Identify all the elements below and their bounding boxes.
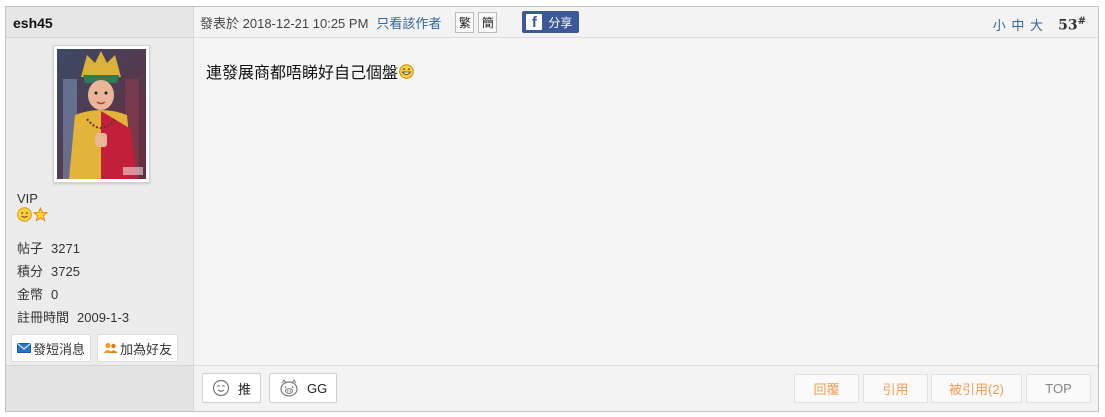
stat-label: 積分	[17, 264, 44, 279]
only-author-link[interactable]: 只看該作者	[376, 13, 441, 32]
floor-value: 53	[1058, 17, 1078, 34]
author-username[interactable]: esh45	[6, 7, 193, 38]
post-info-bar: 發表於 2018-12-21 10:25 PM 只看該作者 繁 簡 f 分享 小…	[194, 7, 1098, 38]
avatar-image	[57, 49, 146, 179]
stat-posts: 帖子 3271	[17, 237, 129, 260]
floor-suffix: #	[1077, 16, 1086, 27]
add-friend-button[interactable]: 加為好友	[97, 334, 179, 362]
grin-emoji-icon	[399, 63, 414, 79]
post-main: 發表於 2018-12-21 10:25 PM 只看該作者 繁 簡 f 分享 小…	[194, 7, 1098, 411]
posted-time: 發表於 2018-12-21 10:25 PM	[200, 13, 368, 32]
simplified-chinese-button[interactable]: 簡	[478, 11, 498, 33]
stat-value: 2009-1-3	[77, 310, 130, 325]
back-to-top-button[interactable]: TOP	[1026, 374, 1091, 403]
stat-points: 積分 3725	[17, 260, 129, 283]
stat-label: 帖子	[17, 241, 44, 256]
posted-prefix: 發表於	[200, 15, 240, 31]
stat-coins: 金幣 0	[17, 283, 129, 306]
post-footer: 推 GG 回覆 引用 被引用(2) TOP	[194, 365, 1098, 411]
share-label: 分享	[548, 15, 573, 30]
stat-label: 金幣	[17, 287, 44, 302]
stat-register-date: 註冊時間 2009-1-3	[17, 306, 129, 329]
forum-post: esh45 VIP 帖子 3271 積分 3725 金幣 0 註冊時間 2009…	[5, 6, 1099, 412]
smiley-face-icon	[17, 207, 32, 222]
facebook-icon: f	[526, 14, 543, 30]
envelope-icon	[17, 343, 31, 353]
author-actions: 發短消息 加為好友	[11, 334, 179, 362]
quoted-by-button[interactable]: 被引用(2)	[931, 374, 1022, 403]
user-group: VIP	[17, 191, 38, 206]
traditional-chinese-button[interactable]: 繁	[455, 11, 475, 33]
add-friend-icon	[103, 342, 118, 353]
sidebar-footer	[6, 365, 193, 411]
font-size-selector[interactable]: 小 中 大	[993, 15, 1044, 34]
avatar[interactable]	[53, 45, 150, 183]
send-message-label: 發短消息	[33, 341, 86, 357]
stat-label: 註冊時間	[17, 310, 70, 325]
post-text: 連發展商都唔睇好自己個盤	[206, 65, 399, 82]
push-face-icon	[212, 379, 230, 397]
facebook-share-button[interactable]: f 分享	[522, 11, 580, 33]
author-stats: 帖子 3271 積分 3725 金幣 0 註冊時間 2009-1-3	[17, 237, 129, 329]
push-label: 推	[238, 381, 252, 397]
floor-number[interactable]: 53#	[1058, 16, 1086, 34]
reply-button[interactable]: 回覆	[794, 374, 859, 403]
gg-label: GG	[307, 380, 328, 396]
stat-value: 3725	[51, 264, 80, 279]
stat-value: 3271	[51, 241, 80, 256]
post-content: 連發展商都唔睇好自己個盤	[206, 59, 414, 83]
push-button[interactable]: 推	[202, 373, 262, 403]
star-icon	[33, 207, 48, 222]
send-message-button[interactable]: 發短消息	[11, 334, 92, 362]
stat-value: 0	[51, 287, 59, 302]
gg-button[interactable]: GG	[269, 373, 338, 403]
rank-icons	[17, 207, 48, 222]
author-sidebar: esh45 VIP 帖子 3271 積分 3725 金幣 0 註冊時間 2009…	[6, 7, 194, 411]
add-friend-label: 加為好友	[120, 341, 173, 357]
pig-face-icon	[280, 379, 298, 397]
posted-timestamp: 2018-12-21 10:25 PM	[242, 15, 369, 31]
quote-button[interactable]: 引用	[863, 374, 928, 403]
